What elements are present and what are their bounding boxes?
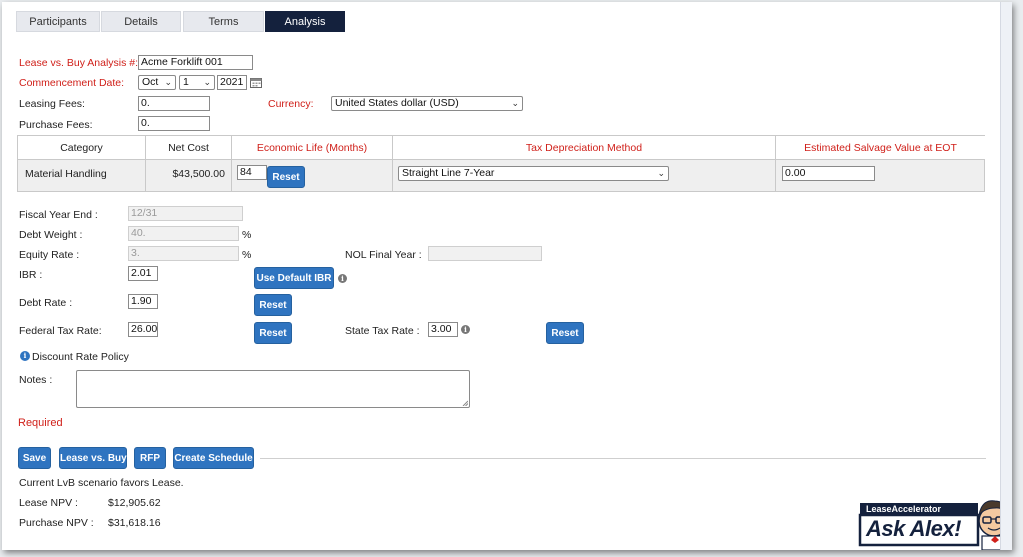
header-salvage: Estimated Salvage Value at EOT [776, 136, 985, 160]
header-economic-life: Economic Life (Months) [232, 136, 393, 160]
equity-rate-percent: % [242, 249, 252, 261]
table-row: Material Handling [18, 160, 146, 192]
info-icon[interactable]: i [461, 325, 470, 334]
debt-rate-input[interactable]: 1.90 [128, 294, 158, 309]
notes-textarea[interactable] [76, 370, 470, 408]
day-value: 1 [183, 76, 189, 88]
badge-brand: LeaseAccelerator [866, 504, 942, 514]
leasing-fees-label: Leasing Fees: [19, 98, 85, 110]
chevron-down-icon: ⌄ [203, 77, 211, 87]
lease-npv-value: $12,905.62 [108, 497, 161, 509]
state-tax-label: State Tax Rate : [345, 325, 420, 337]
currency-label: Currency: [268, 98, 314, 110]
info-icon[interactable]: i [20, 351, 30, 361]
badge-text: Ask Alex! [866, 516, 961, 541]
fiscal-year-end-label: Fiscal Year End : [19, 209, 98, 221]
header-tax-method: Tax Depreciation Method [393, 136, 776, 160]
lvb-label: Lease vs. Buy Analysis #: [19, 57, 139, 69]
save-button[interactable]: Save [18, 447, 51, 469]
vertical-scrollbar[interactable] [1000, 2, 1012, 550]
chevron-down-icon: ⌄ [511, 98, 519, 108]
nol-label: NOL Final Year : [345, 249, 422, 261]
notes-label: Notes : [19, 374, 53, 386]
asset-table: Category Net Cost Economic Life (Months)… [17, 135, 985, 192]
currency-value: United States dollar (USD) [335, 97, 459, 109]
tax-method-value: Straight Line 7-Year [402, 167, 495, 179]
create-schedule-button[interactable]: Create Schedule [173, 447, 254, 469]
day-select[interactable]: 1 ⌄ [179, 75, 215, 90]
leasing-fees-input[interactable]: 0. [138, 96, 210, 111]
economic-life-input[interactable]: 84 [237, 165, 267, 180]
economic-life-reset-button[interactable]: Reset [267, 166, 305, 188]
info-icon[interactable]: i [338, 274, 347, 283]
month-select[interactable]: Oct ⌄ [138, 75, 176, 90]
commencement-label: Commencement Date: [19, 77, 125, 89]
row-salvage-cell: 0.00 [776, 160, 985, 192]
federal-tax-reset-button[interactable]: Reset [254, 322, 292, 344]
tab-terms[interactable]: Terms [183, 11, 264, 32]
tax-method-select[interactable]: Straight Line 7-Year ⌄ [398, 166, 669, 181]
tab-participants[interactable]: Participants [16, 11, 100, 32]
fiscal-year-end-input: 12/31 [128, 206, 243, 221]
divider [260, 458, 986, 459]
debt-weight-percent: % [242, 229, 252, 241]
required-note: Required [18, 417, 63, 429]
lvb-number-input[interactable]: Acme Forklift 001 [138, 55, 253, 70]
equity-rate-input: 3. [128, 246, 239, 261]
purchase-fees-input[interactable]: 0. [138, 116, 210, 131]
app-window: Participants Details Terms Analysis Leas… [2, 2, 1012, 550]
federal-tax-label: Federal Tax Rate: [19, 325, 102, 337]
debt-rate-label: Debt Rate : [19, 297, 73, 309]
ibr-input[interactable]: 2.01 [128, 266, 158, 281]
row-tax-method-cell: Straight Line 7-Year ⌄ [393, 160, 776, 192]
ask-alex-badge[interactable]: LeaseAccelerator Ask Alex! [858, 495, 1012, 550]
debt-weight-input: 40. [128, 226, 239, 241]
row-net-cost-cell: $43,500.00 [146, 160, 232, 192]
purchase-npv-label: Purchase NPV : [19, 517, 94, 529]
tab-analysis[interactable]: Analysis [265, 11, 345, 32]
scenario-text: Current LvB scenario favors Lease. [19, 477, 184, 489]
row-category: Material Handling [25, 168, 107, 180]
equity-rate-label: Equity Rate : [19, 249, 80, 261]
row-net-cost: $43,500.00 [172, 168, 225, 180]
debt-weight-label: Debt Weight : [19, 229, 83, 241]
nol-input [428, 246, 542, 261]
header-category: Category [18, 136, 146, 160]
federal-tax-input[interactable]: 26.00 [128, 322, 158, 337]
salvage-input[interactable]: 0.00 [782, 166, 875, 181]
lease-npv-label: Lease NPV : [19, 497, 78, 509]
resize-handle-icon[interactable] [462, 400, 468, 406]
rfp-button[interactable]: RFP [134, 447, 166, 469]
currency-select[interactable]: United States dollar (USD) ⌄ [331, 96, 523, 111]
lease-vs-buy-button[interactable]: Lease vs. Buy [59, 447, 127, 469]
ibr-label: IBR : [19, 269, 43, 281]
use-default-ibr-button[interactable]: Use Default IBR [254, 267, 334, 289]
tab-details[interactable]: Details [101, 11, 181, 32]
header-net-cost: Net Cost [146, 136, 232, 160]
purchase-npv-value: $31,618.16 [108, 517, 161, 529]
purchase-fees-label: Purchase Fees: [19, 119, 93, 131]
year-input[interactable]: 2021 [217, 75, 247, 90]
row-economic-life-cell: 84 Reset [232, 160, 393, 192]
discount-rate-policy-link[interactable]: Discount Rate Policy [32, 351, 129, 363]
month-value: Oct [142, 76, 159, 88]
state-tax-input[interactable]: 3.00 [428, 322, 458, 337]
chevron-down-icon: ⌄ [657, 168, 665, 178]
debt-rate-reset-button[interactable]: Reset [254, 294, 292, 316]
state-tax-reset-button[interactable]: Reset [546, 322, 584, 344]
chevron-down-icon: ⌄ [164, 77, 172, 87]
calendar-icon[interactable] [250, 77, 262, 88]
